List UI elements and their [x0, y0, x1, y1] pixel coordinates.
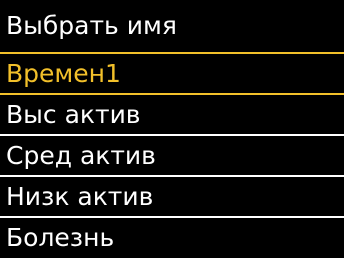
page-title: Выбрать имя: [0, 0, 344, 52]
menu-item-bolezn[interactable]: Болезнь: [0, 218, 344, 257]
menu-item-sred-aktiv[interactable]: Сред актив: [0, 136, 344, 175]
menu-item-vremen1[interactable]: Времен1: [0, 54, 344, 93]
device-screen: Выбрать имя Времен1 Выс актив Сред актив…: [0, 0, 344, 258]
menu-item-vys-aktiv[interactable]: Выс актив: [0, 95, 344, 134]
menu-item-nizk-aktiv[interactable]: Низк актив: [0, 177, 344, 216]
